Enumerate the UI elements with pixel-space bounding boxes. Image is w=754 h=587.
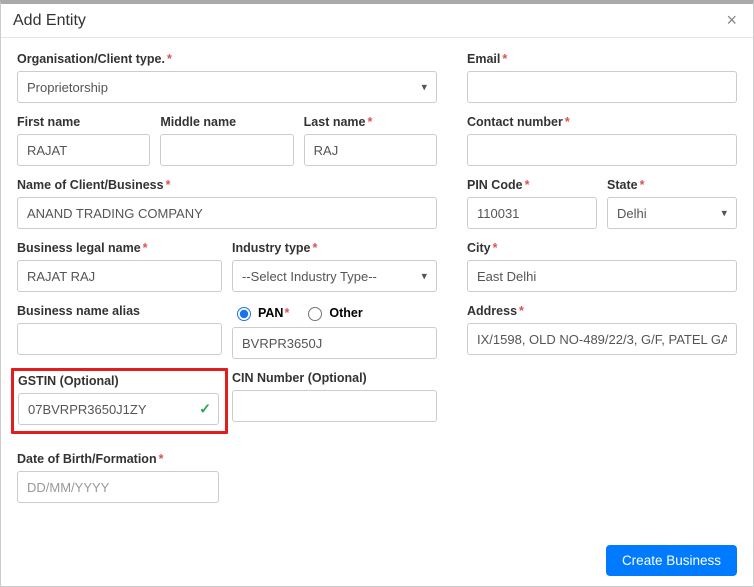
dob-input[interactable] xyxy=(17,471,219,503)
gstin-highlight-box: GSTIN (Optional) ✓ xyxy=(11,368,228,434)
add-entity-modal: Add Entity × Organisation/Client type.* … xyxy=(0,0,754,587)
modal-footer: Create Business xyxy=(606,545,737,576)
org-type-select[interactable]: Proprietorship xyxy=(17,71,437,103)
cin-input[interactable] xyxy=(232,390,437,422)
last-name-input[interactable] xyxy=(304,134,437,166)
create-business-button[interactable]: Create Business xyxy=(606,545,737,576)
pin-input[interactable] xyxy=(467,197,597,229)
id-type-radio-group: PAN* Other xyxy=(232,304,437,321)
org-type-group: Organisation/Client type.* Proprietorshi… xyxy=(17,52,437,103)
city-input[interactable] xyxy=(467,260,737,292)
close-icon[interactable]: × xyxy=(722,10,741,31)
address-label: Address* xyxy=(467,304,737,318)
modal-header: Add Entity × xyxy=(1,4,753,38)
modal-title: Add Entity xyxy=(13,12,86,30)
industry-select[interactable]: --Select Industry Type-- xyxy=(232,260,437,292)
gstin-input[interactable] xyxy=(18,393,219,425)
pan-radio[interactable] xyxy=(237,307,251,321)
pin-label: PIN Code* xyxy=(467,178,597,192)
client-name-input[interactable] xyxy=(17,197,437,229)
email-input[interactable] xyxy=(467,71,737,103)
gstin-label: GSTIN (Optional) xyxy=(18,374,219,388)
industry-label: Industry type* xyxy=(232,241,437,255)
last-name-label: Last name* xyxy=(304,115,437,129)
other-radio-label: Other xyxy=(329,306,362,320)
dob-label: Date of Birth/Formation* xyxy=(17,452,219,466)
org-type-label: Organisation/Client type.* xyxy=(17,52,437,66)
state-select[interactable]: Delhi xyxy=(607,197,737,229)
left-column: Organisation/Client type.* Proprietorshi… xyxy=(17,52,437,515)
pan-radio-label: PAN* xyxy=(258,306,289,320)
modal-body: Organisation/Client type.* Proprietorshi… xyxy=(1,38,753,523)
other-radio[interactable] xyxy=(308,307,322,321)
state-label: State* xyxy=(607,178,737,192)
contact-label: Contact number* xyxy=(467,115,737,129)
pan-input[interactable] xyxy=(232,327,437,359)
first-name-input[interactable] xyxy=(17,134,150,166)
alias-label: Business name alias xyxy=(17,304,222,318)
legal-name-label: Business legal name* xyxy=(17,241,222,255)
check-icon: ✓ xyxy=(199,401,211,418)
first-name-label: First name xyxy=(17,115,150,129)
email-label: Email* xyxy=(467,52,737,66)
city-label: City* xyxy=(467,241,737,255)
middle-name-input[interactable] xyxy=(160,134,293,166)
legal-name-input[interactable] xyxy=(17,260,222,292)
alias-input[interactable] xyxy=(17,323,222,355)
middle-name-label: Middle name xyxy=(160,115,293,129)
address-input[interactable] xyxy=(467,323,737,355)
contact-input[interactable] xyxy=(467,134,737,166)
cin-label: CIN Number (Optional) xyxy=(232,371,437,385)
client-name-label: Name of Client/Business* xyxy=(17,178,437,192)
right-column: Email* Contact number* PIN Code* State* … xyxy=(467,52,737,515)
